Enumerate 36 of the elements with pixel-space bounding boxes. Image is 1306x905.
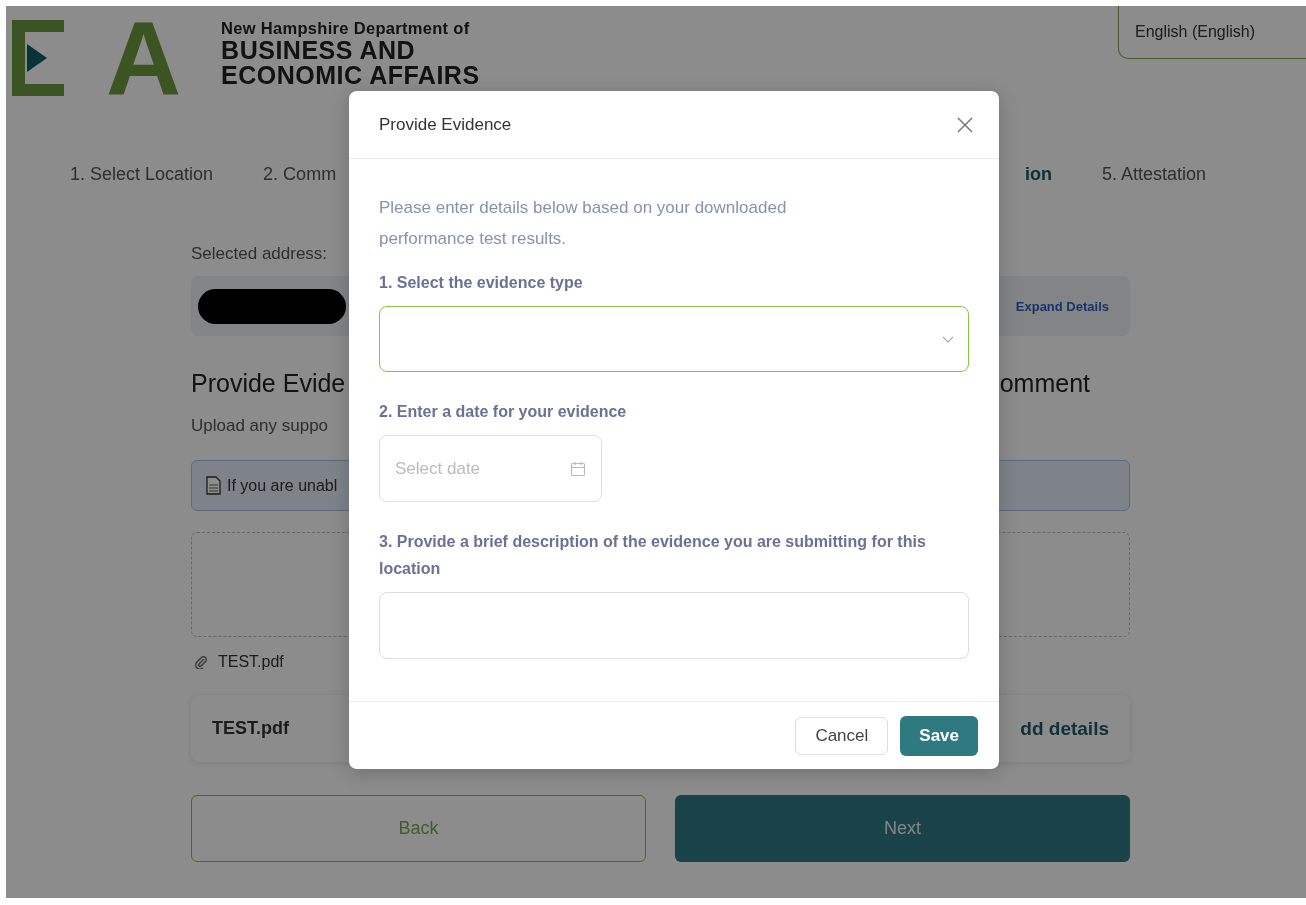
evidence-type-select[interactable] xyxy=(379,306,969,372)
selected-address-label: Selected address: xyxy=(191,244,329,264)
section-heading: Provide Evide xyxy=(191,369,346,398)
calendar-icon xyxy=(570,460,586,477)
field-label: 3. Provide a brief description of the evidence you are submitting for this location xyxy=(379,532,927,579)
date-placeholder: Select date xyxy=(395,458,481,479)
logo-letter: A xyxy=(106,18,182,98)
paperclip-icon xyxy=(194,655,208,669)
step-tab[interactable]: ion xyxy=(1024,164,1052,194)
expand-details-link[interactable]: Expand Details xyxy=(1015,298,1109,314)
field-label: 2. Enter a date for your evidence xyxy=(379,402,628,422)
step-tab[interactable]: 1. Select Location xyxy=(70,164,214,194)
info-text: If you are unabl xyxy=(227,476,338,495)
cancel-button[interactable]: Cancel xyxy=(795,716,889,755)
step-tab[interactable]: 5. Attestation xyxy=(1101,164,1206,194)
agency-name: BUSINESS AND xyxy=(221,38,416,63)
back-button[interactable]: Back xyxy=(191,795,646,862)
step-tab[interactable]: 2. Comm xyxy=(263,164,337,194)
section-heading: omment xyxy=(999,369,1090,398)
document-icon xyxy=(206,476,221,495)
add-details-link[interactable]: dd details xyxy=(1020,717,1109,740)
chevron-down-icon xyxy=(942,335,954,343)
field-label: 1. Select the evidence type xyxy=(379,273,584,293)
attachment-name[interactable]: TEST.pdf xyxy=(218,653,284,671)
next-button[interactable]: Next xyxy=(675,795,1130,862)
save-button[interactable]: Save xyxy=(900,715,978,756)
language-selector[interactable]: English (English) xyxy=(1118,6,1306,59)
description-field[interactable] xyxy=(379,592,969,659)
dialog-title: Provide Evidence xyxy=(379,114,512,135)
logo-icon xyxy=(12,20,64,96)
department-name: New Hampshire Department of xyxy=(221,19,471,38)
file-name: TEST.pdf xyxy=(212,718,289,739)
close-icon[interactable] xyxy=(957,116,973,133)
dialog-intro: Please enter details below based on your downloaded performance test results. xyxy=(379,197,788,250)
section-description: Upload any suppo xyxy=(191,416,330,436)
agency-name: ECONOMIC AFFAIRS xyxy=(221,63,480,88)
